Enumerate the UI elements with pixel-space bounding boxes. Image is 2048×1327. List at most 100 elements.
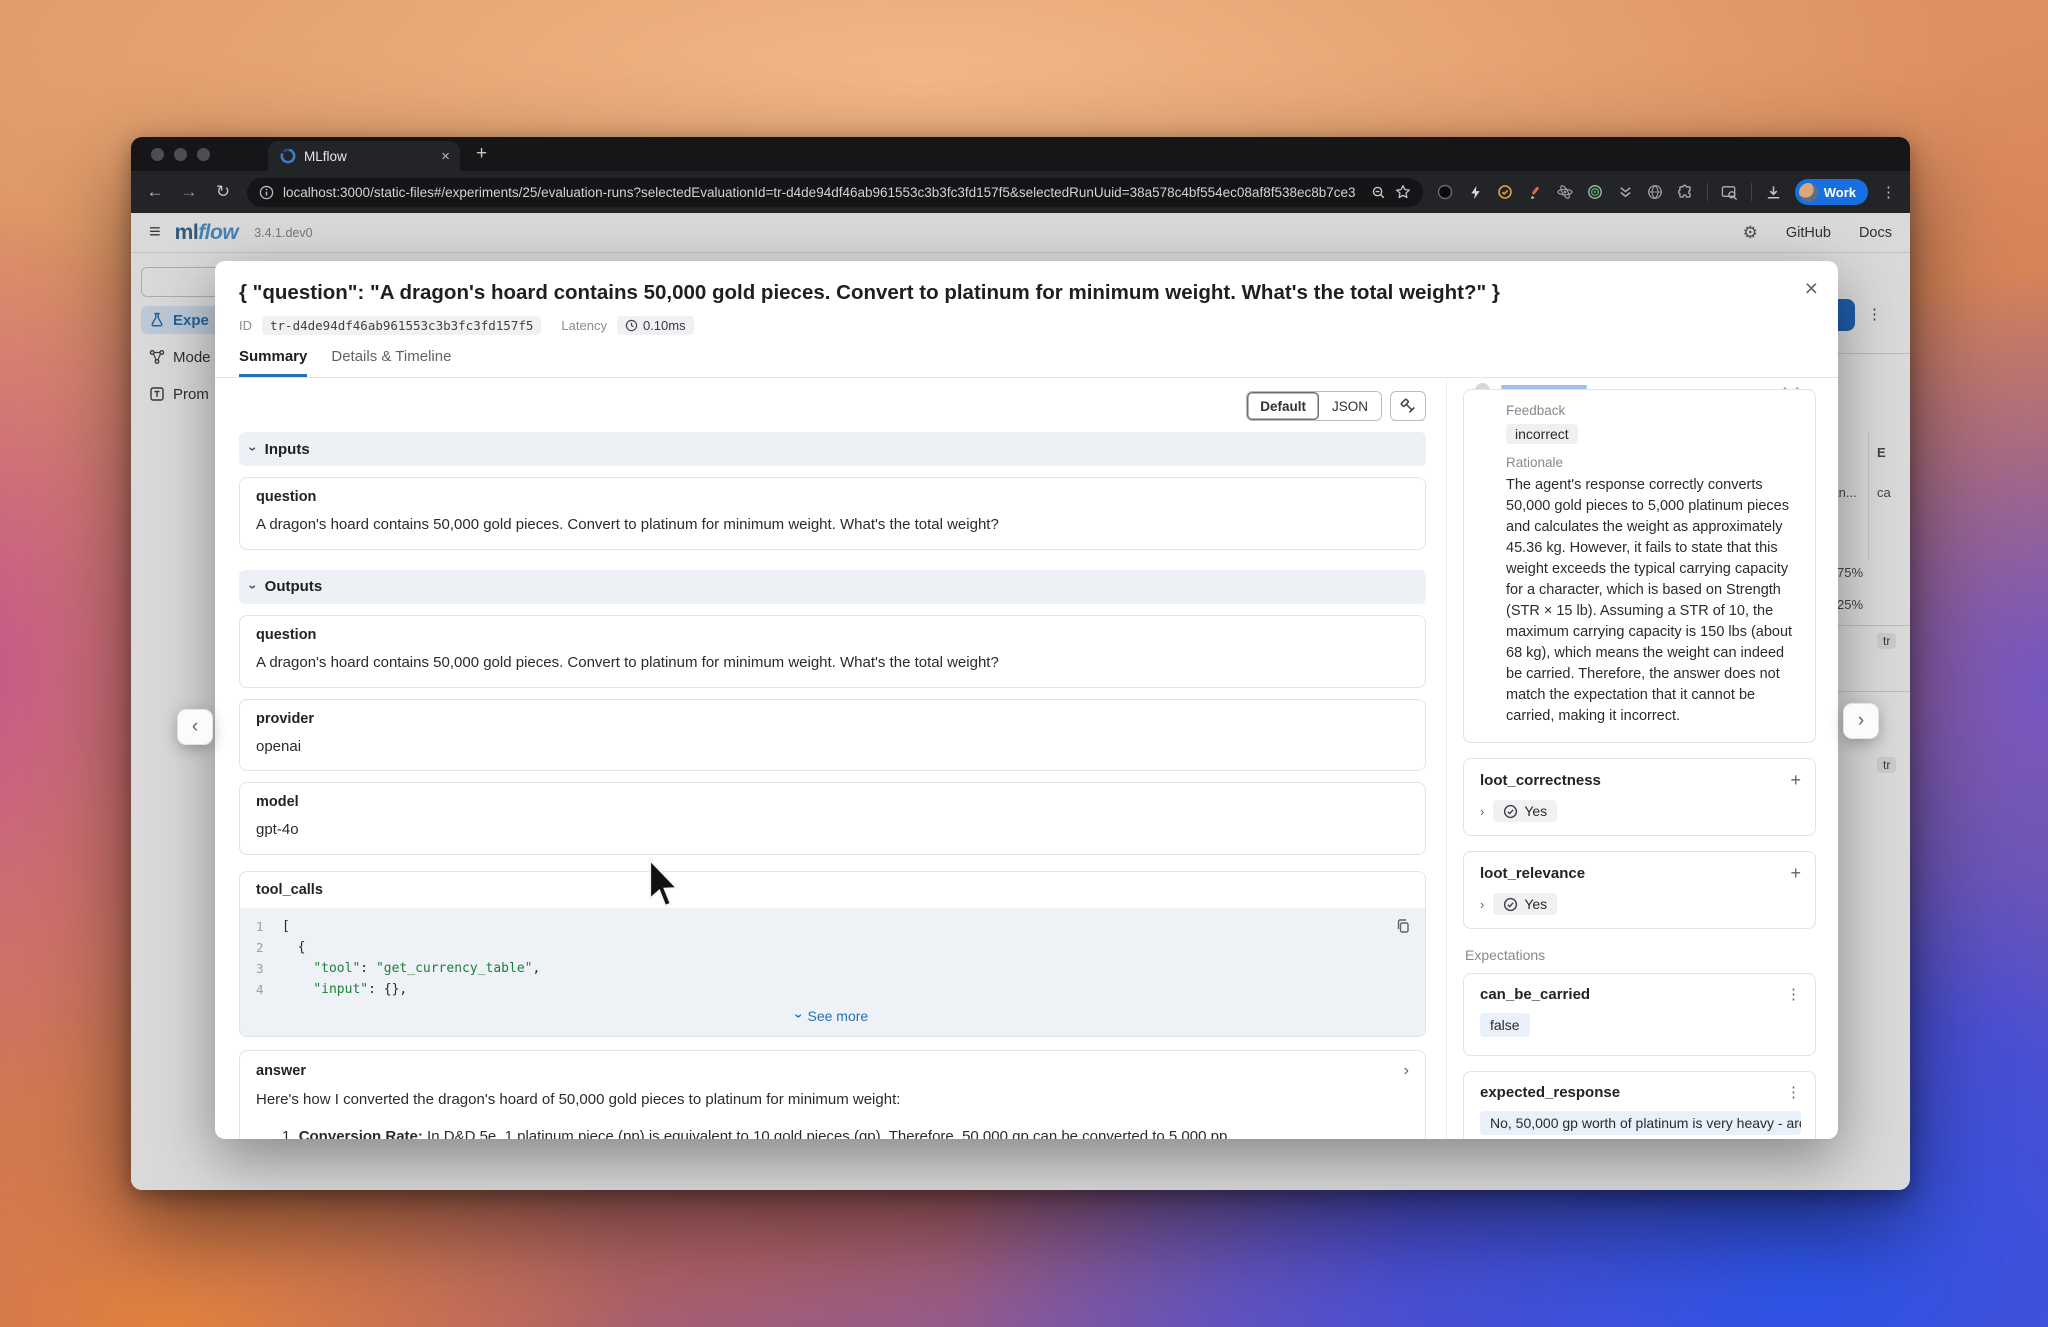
modal-tabs: Summary Details & Timeline bbox=[239, 348, 1814, 377]
modal-header: { "question": "A dragon's hoard contains… bbox=[215, 261, 1838, 378]
profile-label: Work bbox=[1824, 185, 1856, 200]
downloads-icon[interactable] bbox=[1765, 184, 1782, 201]
mlflow-favicon-icon bbox=[280, 148, 296, 164]
desktop-wallpaper: MLflow × + ← → ↻ localhost:3000/static-f… bbox=[0, 0, 2048, 1327]
field-name: model bbox=[256, 794, 1409, 810]
browser-profile-button[interactable]: Work bbox=[1795, 179, 1868, 205]
trace-nav-prev-button[interactable]: ‹ bbox=[177, 709, 213, 745]
window-minimize-button[interactable] bbox=[174, 148, 187, 161]
tab-details-timeline[interactable]: Details & Timeline bbox=[331, 348, 451, 377]
clock-icon bbox=[625, 319, 638, 332]
trace-id-chip[interactable]: tr-d4de94df46ab961553c3b3fc3fd157f5 bbox=[262, 316, 541, 335]
url-bar[interactable]: localhost:3000/static-files#/experiments… bbox=[247, 178, 1423, 207]
plus-icon[interactable]: + bbox=[1790, 864, 1801, 882]
forward-button[interactable]: → bbox=[179, 182, 199, 202]
field-name: question bbox=[256, 627, 1409, 643]
field-name: answer bbox=[256, 1063, 306, 1079]
window-maximize-button[interactable] bbox=[197, 148, 210, 161]
trace-nav-next-button[interactable]: › bbox=[1843, 703, 1879, 739]
assessment-value-row[interactable]: › Yes bbox=[1480, 800, 1801, 822]
rationale-label: Rationale bbox=[1506, 455, 1799, 470]
feedback-value-chip: incorrect bbox=[1506, 424, 1578, 444]
expectation-name: can_be_carried bbox=[1480, 986, 1590, 1003]
tab-title: MLflow bbox=[304, 149, 433, 164]
browser-window: MLflow × + ← → ↻ localhost:3000/static-f… bbox=[131, 137, 1910, 1190]
line-number: 3 bbox=[256, 958, 282, 979]
reload-button[interactable]: ↻ bbox=[213, 182, 233, 202]
inputs-section-title: Inputs bbox=[265, 441, 310, 458]
loot-correctness-card: loot_correctness + › Yes bbox=[1463, 758, 1816, 836]
clipped-link-fragment bbox=[1501, 385, 1587, 389]
outputs-section-header[interactable]: › Outputs bbox=[239, 570, 1426, 604]
browser-tab-strip: MLflow × + bbox=[131, 137, 1910, 171]
latency-value: 0.10ms bbox=[643, 318, 686, 333]
output-model-card: model gpt-4o bbox=[239, 782, 1426, 855]
new-tab-button[interactable]: + bbox=[476, 143, 487, 171]
item-number: 1. bbox=[282, 1128, 295, 1139]
copy-icon bbox=[1395, 918, 1411, 934]
trace-detail-modal: { "question": "A dragon's hoard contains… bbox=[215, 261, 1838, 1139]
extension-icon-6[interactable] bbox=[1587, 184, 1604, 201]
expectation-expected-response-card: expected_response ⋮ No, 50,000 gp worth … bbox=[1463, 1071, 1816, 1139]
item-text: In D&D 5e, 1 platinum piece (pp) is equi… bbox=[423, 1128, 1232, 1139]
site-info-icon[interactable] bbox=[259, 185, 274, 200]
inputs-section-header[interactable]: › Inputs bbox=[239, 432, 1426, 466]
assessments-panel-button[interactable] bbox=[1390, 391, 1426, 421]
output-question-card: question A dragon's hoard contains 50,00… bbox=[239, 615, 1426, 688]
expectation-value-chip: No, 50,000 gp worth of platinum is very … bbox=[1480, 1111, 1801, 1135]
back-button[interactable]: ← bbox=[145, 182, 165, 202]
latency-chip: 0.10ms bbox=[617, 316, 694, 335]
tab-search-icon[interactable] bbox=[1721, 184, 1738, 201]
close-icon[interactable]: × bbox=[1805, 277, 1818, 300]
extension-icon-4[interactable] bbox=[1527, 184, 1544, 201]
chevron-right-icon[interactable]: › bbox=[1480, 897, 1484, 912]
expectation-name: expected_response bbox=[1480, 1084, 1620, 1101]
expectations-label: Expectations bbox=[1465, 947, 1816, 963]
view-default-button[interactable]: Default bbox=[1247, 392, 1319, 420]
chevron-right-icon[interactable]: › bbox=[1480, 804, 1484, 819]
input-question-card: question A dragon's hoard contains 50,00… bbox=[239, 477, 1426, 550]
mouse-cursor bbox=[646, 858, 684, 912]
window-controls bbox=[131, 148, 228, 171]
kebab-menu-icon[interactable]: ⋮ bbox=[1786, 987, 1801, 1002]
bookmark-star-icon[interactable] bbox=[1395, 184, 1411, 200]
extension-icon-5[interactable] bbox=[1557, 184, 1574, 201]
tab-close-icon[interactable]: × bbox=[441, 148, 450, 165]
extension-icon-7[interactable] bbox=[1617, 184, 1634, 201]
clipped-assessment-header: • • bbox=[1463, 380, 1816, 389]
kebab-menu-icon[interactable]: ⋮ bbox=[1786, 1085, 1801, 1100]
copy-button[interactable] bbox=[1395, 918, 1411, 939]
url-text[interactable]: localhost:3000/static-files#/experiments… bbox=[283, 185, 1362, 200]
assessment-value-chip: Yes bbox=[1493, 893, 1557, 915]
toolbar-divider bbox=[1707, 183, 1708, 201]
plus-icon[interactable]: + bbox=[1790, 771, 1801, 789]
extension-icon-8[interactable] bbox=[1647, 184, 1664, 201]
extension-icon-3[interactable] bbox=[1497, 184, 1514, 201]
loot-relevance-card: loot_relevance + › Yes bbox=[1463, 851, 1816, 929]
feedback-label: Feedback bbox=[1506, 403, 1799, 418]
latency-label: Latency bbox=[561, 318, 607, 333]
chevron-right-icon[interactable]: › bbox=[1404, 1062, 1409, 1080]
field-value: openai bbox=[256, 736, 1409, 758]
window-close-button[interactable] bbox=[151, 148, 164, 161]
extension-icon-2[interactable] bbox=[1467, 184, 1484, 201]
extension-icon-1[interactable] bbox=[1437, 184, 1454, 201]
field-value: A dragon's hoard contains 50,000 gold pi… bbox=[256, 652, 1409, 674]
browser-toolbar: ← → ↻ localhost:3000/static-files#/exper… bbox=[131, 171, 1910, 213]
modal-body: Default JSON bbox=[215, 378, 1838, 1139]
assessment-value: Yes bbox=[1524, 803, 1547, 819]
field-value: A dragon's hoard contains 50,000 gold pi… bbox=[256, 514, 1409, 536]
expectation-value-chip: false bbox=[1480, 1013, 1530, 1037]
browser-menu-icon[interactable]: ⋮ bbox=[1881, 183, 1896, 201]
tab-summary[interactable]: Summary bbox=[239, 348, 307, 377]
check-circle-icon bbox=[1503, 804, 1518, 819]
chevron-right-icon: › bbox=[1858, 710, 1864, 732]
view-json-button[interactable]: JSON bbox=[1319, 392, 1381, 420]
browser-tab-mlflow[interactable]: MLflow × bbox=[268, 141, 460, 171]
see-more-label: See more bbox=[807, 1008, 868, 1024]
see-more-link[interactable]: › See more bbox=[256, 1000, 1409, 1034]
output-provider-card: provider openai bbox=[239, 699, 1426, 772]
assessment-value-row[interactable]: › Yes bbox=[1480, 893, 1801, 915]
extensions-puzzle-icon[interactable] bbox=[1677, 184, 1694, 201]
zoom-level-icon[interactable] bbox=[1371, 185, 1386, 200]
